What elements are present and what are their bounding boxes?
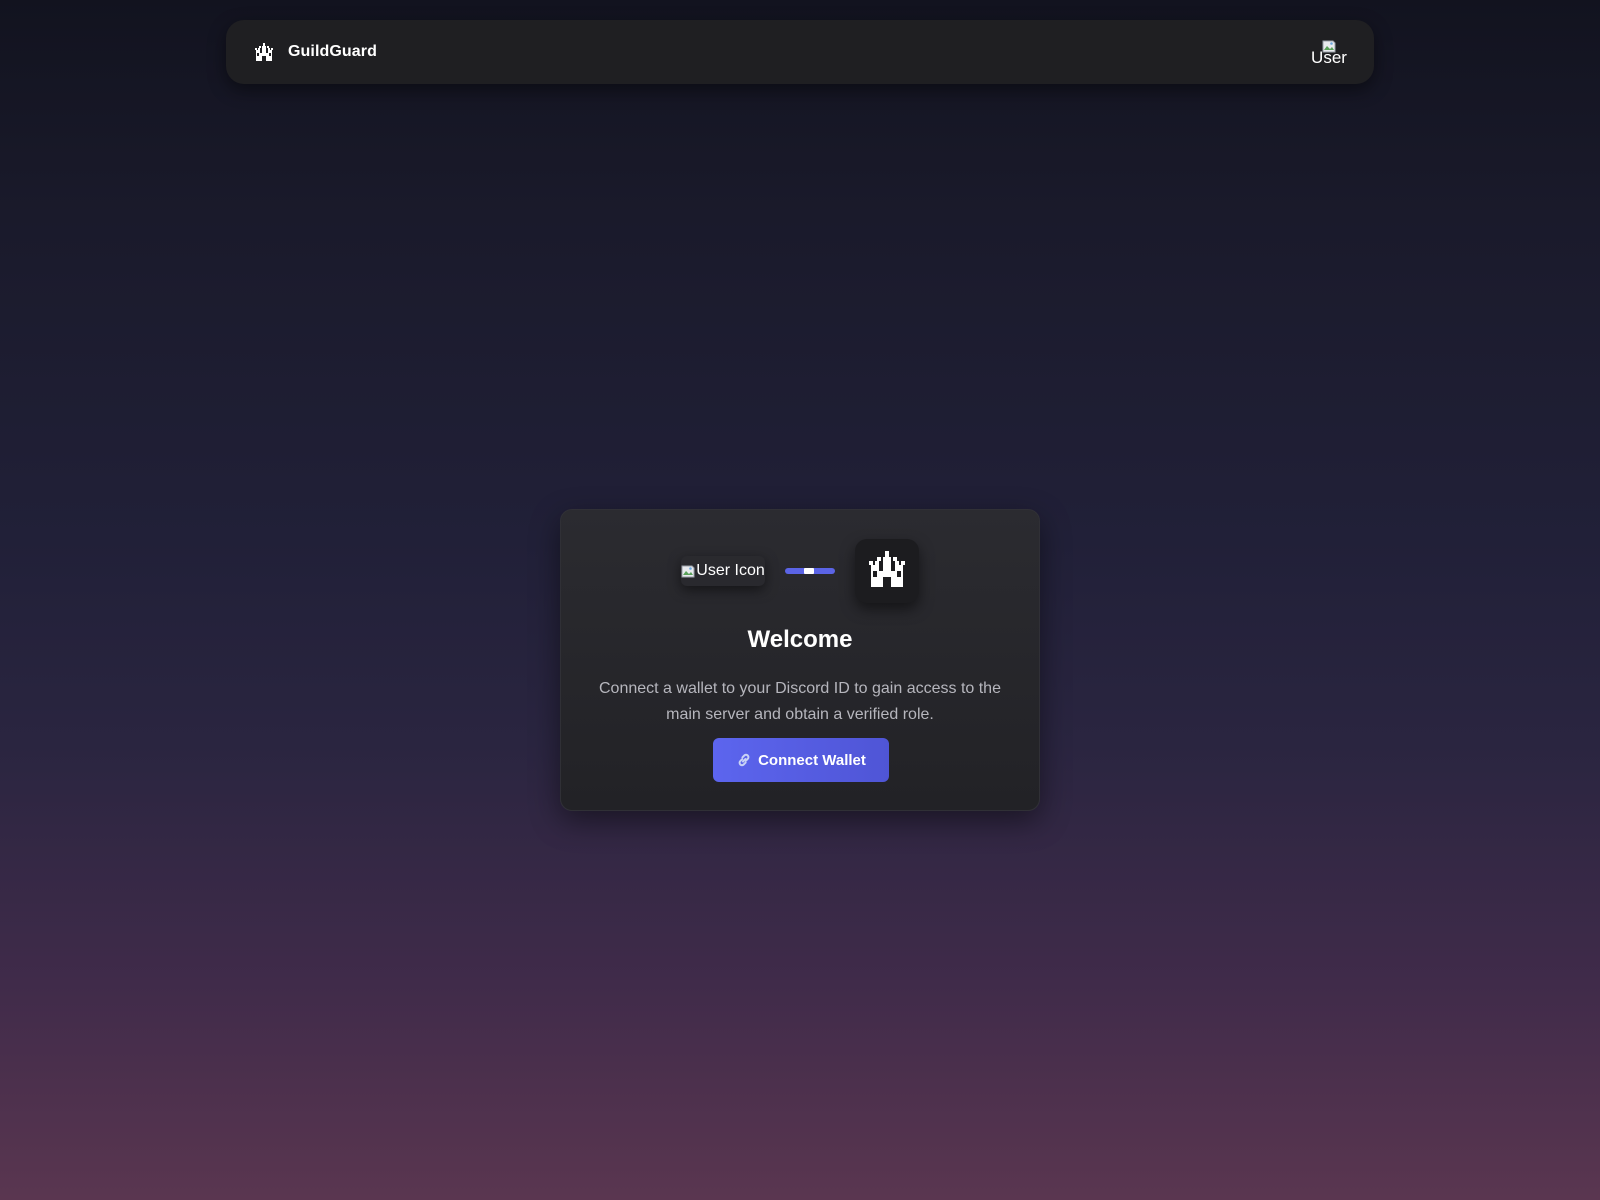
brand-name: GuildGuard [288,43,377,60]
castle-icon [867,549,907,594]
welcome-title: Welcome [747,626,853,653]
user-avatar[interactable]: User [1310,33,1348,71]
connection-line [784,568,835,574]
connection-dot [803,568,814,574]
connect-wallet-label: Connect Wallet [758,751,866,769]
connect-wallet-button[interactable]: Connect Wallet [713,738,889,782]
top-navbar: GuildGuard User [226,20,1374,84]
user-icon-alt-text: User Icon [696,562,765,579]
castle-icon [254,42,274,62]
server-icon-tile [854,539,919,603]
link-icon [736,752,752,768]
avatar-alt-text: User [1311,47,1347,67]
welcome-card: User Icon Welcome Connect a wallet to yo… [560,509,1040,811]
brand[interactable]: GuildGuard [254,42,377,62]
user-icon-image: User Icon [681,556,765,586]
broken-image-icon [681,565,695,578]
welcome-description: Connect a wallet to your Discord ID to g… [599,680,1001,723]
connection-visual: User Icon [561,538,1039,604]
